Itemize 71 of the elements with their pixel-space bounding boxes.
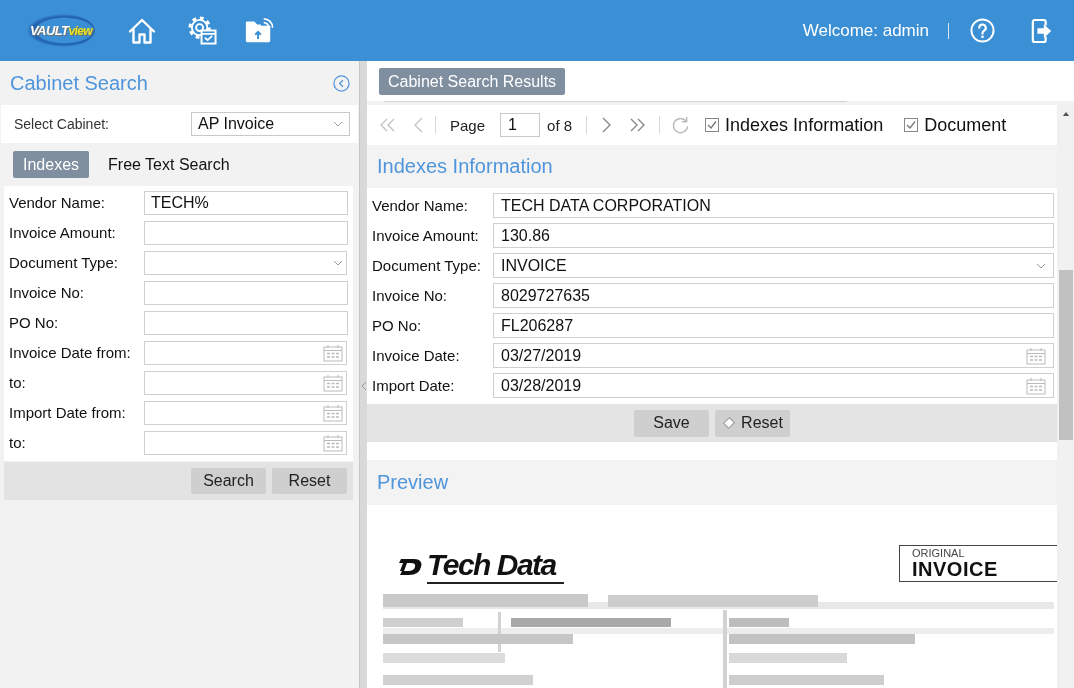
field-label: Select Cabinet:	[14, 116, 109, 132]
date-field[interactable]: 03/27/2019	[493, 343, 1054, 368]
calendar-icon[interactable]	[323, 344, 343, 362]
input-field[interactable]: TECH%	[144, 191, 348, 215]
field-label: Vendor Name:	[9, 193, 106, 213]
checkbox[interactable]	[705, 118, 720, 132]
cabinet-dropdown[interactable]: AP Invoice	[191, 112, 350, 136]
date-field[interactable]	[144, 401, 347, 425]
exit-icon[interactable]	[1031, 17, 1053, 44]
chevron-left-icon[interactable]	[360, 381, 367, 391]
field-label: Import Date from:	[9, 403, 127, 423]
field-label: Invoice Date:	[372, 346, 461, 366]
input-field[interactable]: 130.86	[493, 223, 1054, 248]
page-count: of 8	[547, 116, 573, 134]
stamp-caption: ORIGINAL	[912, 548, 966, 559]
search-tab[interactable]: Free Text Search	[98, 151, 240, 178]
panel-title: Cabinet Search	[10, 71, 148, 95]
collapse-icon[interactable]	[333, 74, 350, 92]
dropdown-field[interactable]	[144, 251, 347, 275]
field-label: PO No:	[9, 313, 60, 333]
field-label: Invoice No:	[372, 286, 449, 306]
field-label: Import Date:	[372, 376, 456, 396]
field-label: PO No:	[372, 316, 423, 336]
save-button[interactable]: Save	[634, 409, 709, 437]
chevron-down-icon	[333, 121, 343, 127]
input-field[interactable]	[144, 221, 348, 245]
calendar-icon[interactable]	[323, 404, 343, 422]
calendar-icon[interactable]	[1026, 376, 1046, 395]
help-icon[interactable]	[970, 18, 995, 43]
field-label: to:	[9, 433, 27, 453]
input-field[interactable]	[144, 311, 348, 335]
dropdown-field[interactable]: INVOICE	[493, 253, 1054, 278]
reset-button[interactable]: Reset	[715, 409, 790, 437]
input-field[interactable]	[144, 281, 348, 305]
input-field[interactable]: 8029727635	[493, 283, 1054, 308]
date-field[interactable]	[144, 371, 347, 395]
page-label: Page	[450, 116, 486, 134]
scroll-up-icon[interactable]	[1061, 111, 1070, 116]
field-label: Invoice Amount:	[9, 223, 117, 243]
scrollbar-thumb[interactable]	[1058, 270, 1073, 440]
folder-upload-icon[interactable]	[244, 17, 275, 44]
splitter-handle[interactable]	[359, 61, 367, 688]
gear-calendar-icon[interactable]	[188, 16, 218, 45]
input-field[interactable]: TECH DATA CORPORATION	[493, 193, 1054, 218]
input-field[interactable]: FL206287	[493, 313, 1054, 338]
chevron-down-icon	[333, 260, 343, 266]
field-label: Invoice No:	[9, 283, 86, 303]
welcome-text: Welcome: admin	[802, 20, 929, 41]
refresh-icon[interactable]	[671, 115, 691, 135]
field-label: Vendor Name:	[372, 196, 469, 216]
date-field[interactable]	[144, 431, 347, 455]
field-label: to:	[9, 373, 27, 393]
page-input[interactable]: 1	[500, 113, 541, 137]
logo-text: Tech Data	[427, 549, 564, 584]
checkbox-label[interactable]: Indexes Information	[725, 114, 884, 136]
calendar-icon[interactable]	[323, 374, 343, 392]
checkbox-label[interactable]: Document	[924, 114, 1007, 136]
calendar-icon[interactable]	[1026, 346, 1046, 365]
field-label: Document Type:	[372, 256, 482, 276]
home-icon[interactable]	[128, 16, 157, 45]
date-field[interactable]	[144, 341, 347, 365]
checkbox[interactable]	[904, 118, 919, 132]
date-field[interactable]: 03/28/2019	[493, 373, 1054, 398]
search-button[interactable]: Search	[191, 468, 266, 494]
calendar-icon[interactable]	[323, 434, 343, 452]
chevron-down-icon	[1036, 262, 1046, 269]
stamp-title: INVOICE	[912, 559, 999, 579]
field-label: Document Type:	[9, 253, 119, 273]
field-label: Invoice Date from:	[9, 343, 132, 363]
reset-button[interactable]: Reset	[272, 468, 347, 494]
field-label: Invoice Amount:	[372, 226, 480, 246]
